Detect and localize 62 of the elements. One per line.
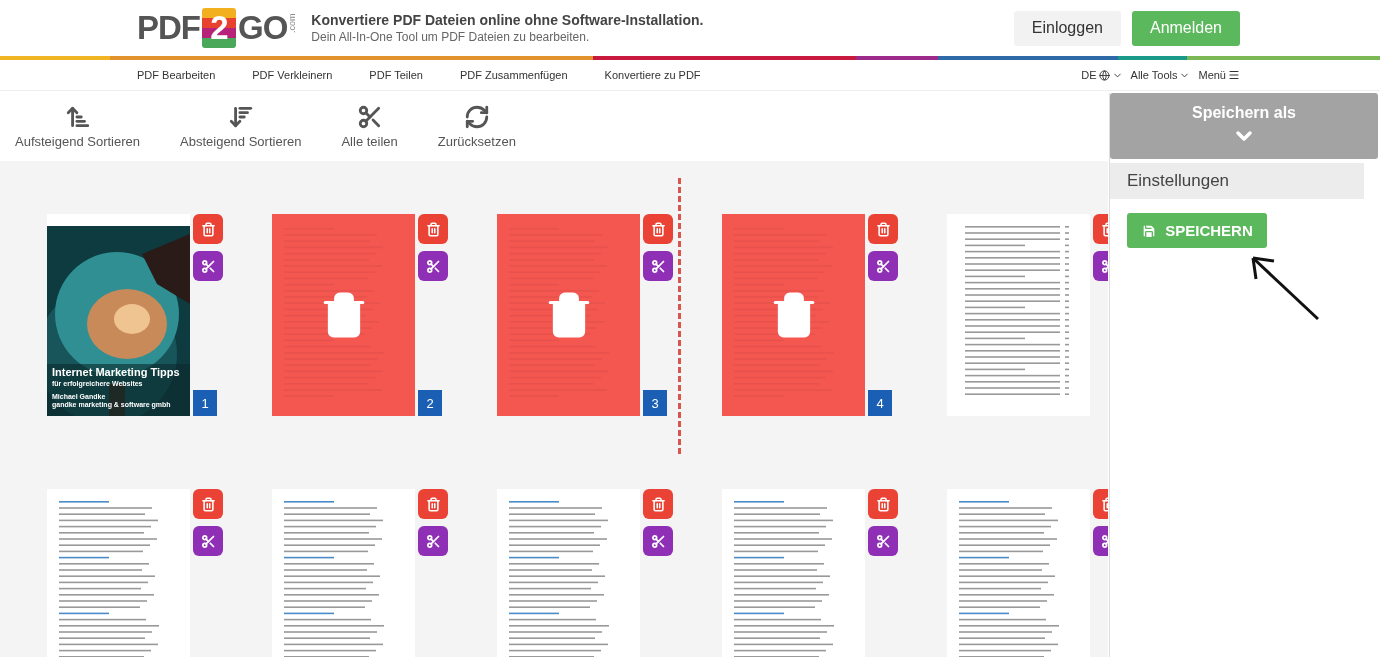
split-button[interactable] [643, 526, 673, 556]
scissors-icon [650, 533, 666, 549]
globe-icon [1098, 69, 1110, 81]
settings-heading: Einstellungen [1110, 163, 1364, 199]
menu-icon [1228, 69, 1240, 81]
page-number: 3 [643, 390, 667, 416]
trash-icon [650, 496, 666, 512]
delete-button[interactable] [418, 489, 448, 519]
trash-icon [875, 496, 891, 512]
scissors-icon [425, 533, 441, 549]
tools-dropdown[interactable]: Alle Tools [1130, 69, 1191, 81]
trash-icon [425, 221, 441, 237]
tagline: Konvertiere PDF Dateien online ohne Software-Installation. [311, 12, 705, 28]
page-number: 4 [868, 390, 892, 416]
delete-button[interactable] [643, 489, 673, 519]
scissors-icon [425, 258, 441, 274]
deleted-page[interactable] [272, 214, 415, 416]
nav-link[interactable]: PDF Verkleinern [252, 69, 333, 81]
trash-icon [425, 496, 441, 512]
scissors-icon [875, 533, 891, 549]
trash-icon [200, 221, 216, 237]
trash-icon [650, 221, 666, 237]
scissors-icon [200, 533, 216, 549]
trash-icon [200, 496, 216, 512]
menu-link[interactable]: Menü [1198, 69, 1240, 81]
split-button[interactable] [193, 526, 223, 556]
cover-title: Internet Marketing Tipps [52, 366, 181, 380]
split-button[interactable] [418, 526, 448, 556]
scissors-icon [875, 258, 891, 274]
page-number: 2 [418, 390, 442, 416]
toolbar-button[interactable]: Alle teilen [341, 103, 398, 149]
delete-button[interactable] [193, 489, 223, 519]
toolbar-button[interactable]: Zurücksetzen [437, 103, 516, 149]
scissors-icon [356, 103, 383, 130]
scissors-icon [650, 258, 666, 274]
scissors-icon [200, 258, 216, 274]
page-number: 1 [193, 390, 217, 416]
save-icon [1141, 222, 1158, 239]
split-button[interactable] [193, 251, 223, 281]
split-button[interactable] [868, 526, 898, 556]
split-button[interactable] [418, 251, 448, 281]
language-menu[interactable]: DE [1081, 69, 1123, 81]
delete-button[interactable] [868, 214, 898, 244]
delete-button[interactable] [643, 214, 673, 244]
nav-link[interactable]: Konvertiere zu PDF [604, 69, 701, 81]
deleted-page[interactable] [722, 214, 865, 416]
nav-link[interactable]: PDF Teilen [369, 69, 423, 81]
toolbar-button[interactable]: Aufsteigend Sortieren [15, 103, 141, 149]
delete-button[interactable] [868, 489, 898, 519]
subtitle: Dein All-In-One Tool um PDF Dateien zu bearbeiten. [311, 30, 591, 44]
split-button[interactable] [868, 251, 898, 281]
refresh-icon [463, 103, 490, 130]
delete-button[interactable] [418, 214, 448, 244]
logo[interactable]: PDF 2 GO .com [137, 8, 298, 48]
login-button[interactable]: Einloggen [1013, 10, 1121, 46]
nav-link[interactable]: PDF Zusammenfügen [459, 69, 568, 81]
trash-icon [875, 221, 891, 237]
delete-button[interactable] [193, 214, 223, 244]
nav-link[interactable]: PDF Bearbeiten [137, 69, 216, 81]
split-button[interactable] [643, 251, 673, 281]
deleted-page[interactable] [497, 214, 640, 416]
toolbar-button[interactable]: Absteigend Sortieren [180, 103, 302, 149]
